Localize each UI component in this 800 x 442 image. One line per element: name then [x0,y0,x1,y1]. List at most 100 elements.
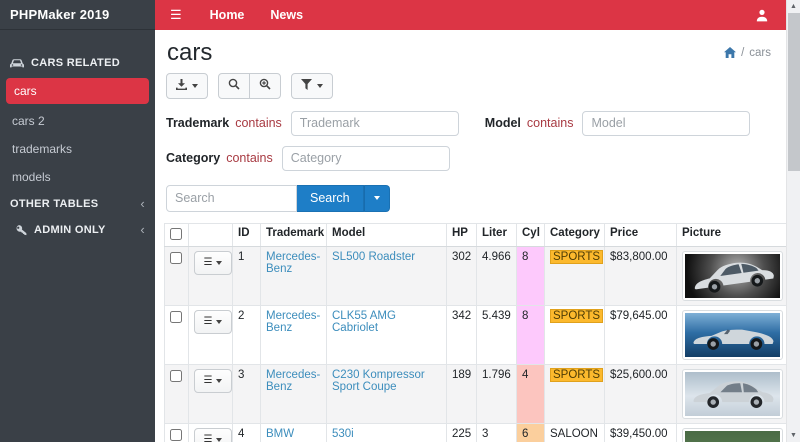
search-options-button[interactable] [364,185,390,212]
column-header-picture: Picture [677,223,787,246]
sidebar-header-cars-related: CARS RELATED [0,50,155,76]
row-checkbox[interactable] [170,252,182,264]
nav-home-link[interactable]: Home [197,8,258,22]
sidebar: PHPMaker 2019 CARS RELATED cars cars 2 t… [0,0,155,442]
category-badge: SPORTS [550,250,603,264]
hamburger-icon: ☰ [204,435,213,442]
filter-operator-link[interactable]: contains [235,116,282,130]
filter-funnel-icon [301,78,312,93]
model-link[interactable]: CLK55 AMG Cabriolet [332,310,396,334]
picture-thumbnail [682,251,783,301]
trademark-link[interactable]: Mercedes-Benz [266,369,320,393]
sidebar-item-models[interactable]: models [0,163,155,191]
breadcrumb: / cars [724,47,771,59]
sidebar-item-cars[interactable]: cars [6,78,149,104]
filter-field-label: Trademark [166,116,229,130]
caret-down-icon [317,84,323,88]
cell-liter: 5.439 [477,305,517,364]
vertical-scrollbar[interactable]: ▲ ▼ [786,0,800,442]
model-link[interactable]: SL500 Roadster [332,251,415,263]
quick-search-button[interactable] [249,73,281,99]
model-link[interactable]: C230 Kompressor Sport Coupe [332,369,425,393]
row-options-button[interactable]: ☰ [194,369,232,393]
hamburger-icon: ☰ [170,7,182,22]
trademark-link[interactable]: Mercedes-Benz [266,251,320,275]
top-navbar: ☰ Home News [155,0,786,30]
brand-title: PHPMaker 2019 [0,0,155,30]
search-button[interactable]: Search [297,185,364,212]
row-options-button[interactable]: ☰ [194,310,232,334]
main-content: cars / cars [155,30,786,442]
scroll-up-arrow[interactable]: ▲ [787,0,800,13]
filter-field-label: Model [485,116,521,130]
cell-cyl: 8 [517,305,545,364]
other-tables-label: OTHER TABLES [10,198,98,210]
category-filter-input[interactable] [282,146,450,171]
search-button-group [218,73,281,99]
model-filter-input[interactable] [582,111,750,136]
table-row: ☰ 4 BMW 530i 225 3 6 SALOON $39,450.00 [165,423,787,442]
car-icon [10,58,24,69]
caret-down-icon [374,196,380,200]
cell-id: 3 [233,364,261,423]
home-icon[interactable] [724,47,736,58]
export-button[interactable] [166,73,208,99]
select-all-checkbox[interactable] [170,228,182,240]
cell-id: 4 [233,423,261,442]
search-bar: Search [166,185,777,212]
toolbar [166,73,777,99]
trademark-link[interactable]: Mercedes-Benz [266,310,320,334]
filter-button[interactable] [291,73,333,99]
cell-liter: 4.966 [477,246,517,305]
hamburger-icon: ☰ [204,258,213,268]
model-link[interactable]: 530i [332,428,354,440]
breadcrumb-separator: / [741,47,744,59]
chevron-left-icon: ‹ [140,225,145,235]
column-header-liter: Liter [477,223,517,246]
row-checkbox[interactable] [170,429,182,441]
column-header-trademark: Trademark [261,223,327,246]
category-badge: SALOON [550,428,598,440]
sidebar-toggle-button[interactable]: ☰ [155,0,197,30]
filter-operator-link[interactable]: contains [527,116,574,130]
nav-news-link[interactable]: News [257,8,316,22]
highlight-search-button[interactable] [218,73,250,99]
cell-hp: 342 [447,305,477,364]
row-options-button[interactable]: ☰ [194,251,232,275]
page-title: cars [167,39,212,67]
sidebar-header-admin-only[interactable]: ADMIN ONLY ‹ [0,217,155,243]
silver-coupe-photo [685,372,780,416]
column-header-hp: HP [447,223,477,246]
picture-thumbnail [682,310,783,360]
category-badge: SPORTS [550,309,603,323]
sidebar-item-cars-2[interactable]: cars 2 [0,107,155,135]
row-options-button[interactable]: ☰ [194,428,232,442]
scroll-down-arrow[interactable]: ▼ [787,429,800,442]
admin-only-label: ADMIN ONLY [34,224,106,236]
category-filter: Category contains [166,146,450,171]
column-header-id: ID [233,223,261,246]
caret-down-icon [216,438,222,442]
sidebar-header-label: CARS RELATED [31,57,120,69]
cell-id: 1 [233,246,261,305]
trademark-link[interactable]: BMW [266,428,294,440]
sidebar-header-other-tables[interactable]: OTHER TABLES ‹ [0,191,155,217]
picture-thumbnail [682,369,783,419]
caret-down-icon [216,261,222,265]
user-menu-button[interactable] [756,9,768,22]
caret-down-icon [216,379,222,383]
search-input[interactable] [166,185,297,212]
column-header-model: Model [327,223,447,246]
trademark-filter-input[interactable] [291,111,459,136]
caret-down-icon [192,84,198,88]
cell-cyl: 6 [517,423,545,442]
sidebar-item-trademarks[interactable]: trademarks [0,135,155,163]
cell-cyl: 8 [517,246,545,305]
filter-operator-link[interactable]: contains [226,151,273,165]
scrollbar-thumb[interactable] [788,13,800,171]
cell-price: $39,450.00 [605,423,677,442]
row-checkbox[interactable] [170,311,182,323]
row-checkbox[interactable] [170,370,182,382]
search-icon [228,78,240,93]
silver-sedan-photo [685,431,780,442]
